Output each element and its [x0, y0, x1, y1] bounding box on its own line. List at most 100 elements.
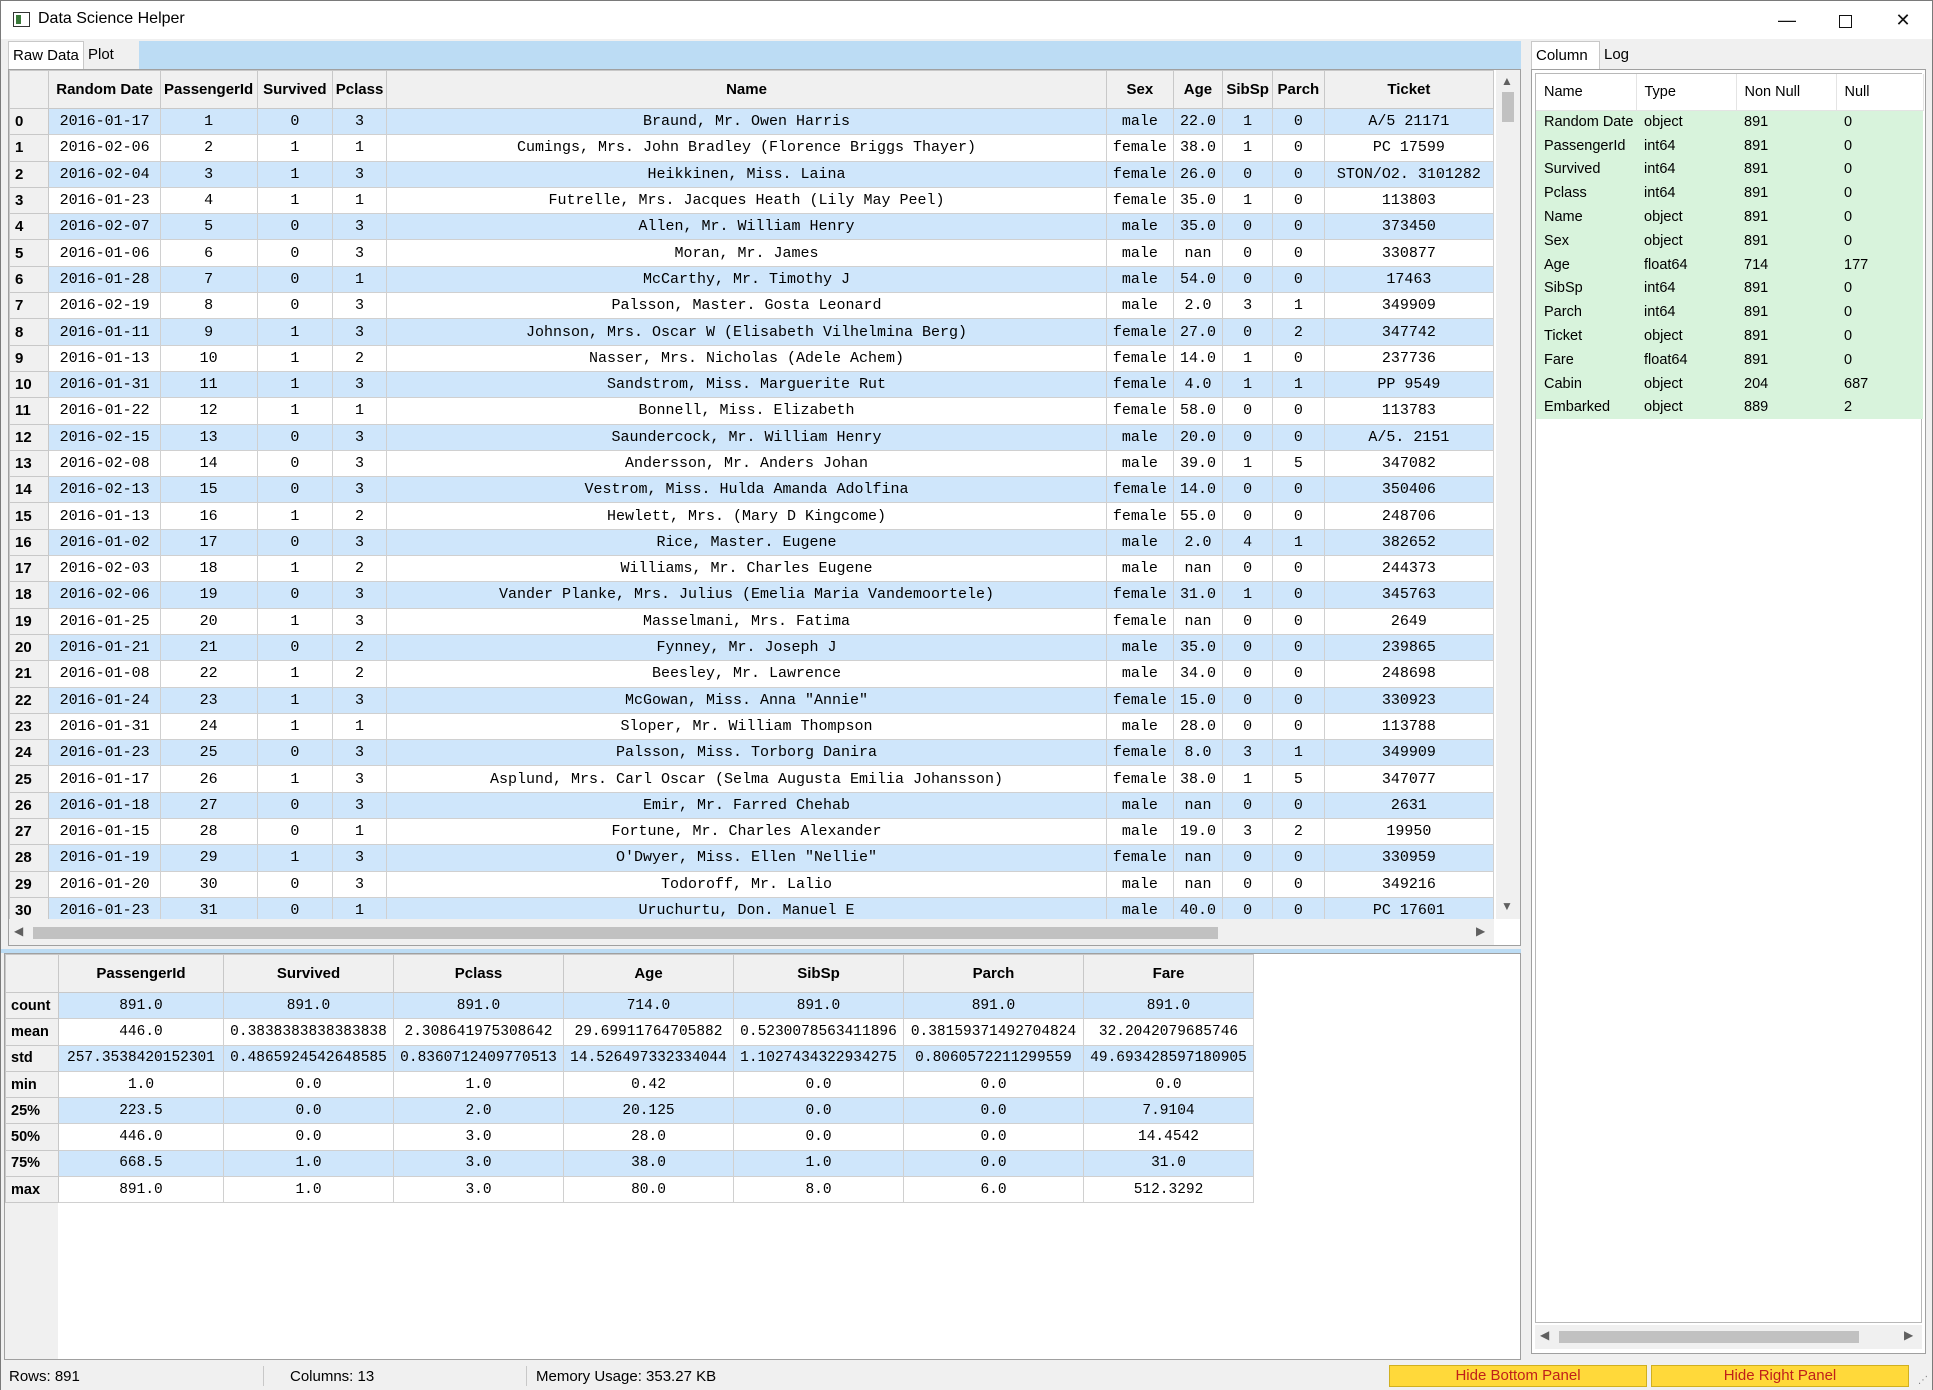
table-row[interactable]: 23 2016-01-31 24 1 1 Sloper, Mr. William Thom… — [9, 712, 1494, 741]
table-cell[interactable]: 0 — [256, 449, 334, 478]
table-cell[interactable]: 113788 — [1323, 712, 1494, 741]
table-cell[interactable]: 1 — [332, 134, 387, 162]
table-cell[interactable]: 0 — [256, 213, 334, 241]
table-cell[interactable]: 17 — [159, 528, 258, 557]
table-row[interactable]: 2 2016-02-04 3 1 3 Heikkinen, Miss. Laina fema… — [9, 160, 1494, 188]
table-cell[interactable]: Futrelle, Mrs. Jacques Heath (Lily May P… — [385, 186, 1108, 215]
table-cell[interactable]: 330959 — [1323, 844, 1494, 872]
statistics-cell[interactable]: 7.9104 — [1083, 1097, 1254, 1125]
table-cell[interactable]: 0 — [1272, 239, 1325, 267]
table-cell[interactable]: 0 — [1222, 844, 1274, 872]
row-header[interactable]: 3 — [9, 186, 50, 215]
table-cell[interactable]: 2016-01-13 — [48, 502, 161, 530]
table-cell[interactable]: 2016-01-24 — [48, 686, 161, 714]
table-cell[interactable]: 7 — [159, 265, 258, 294]
table-cell[interactable]: 0 — [1272, 397, 1325, 425]
raw-table-vertical-scrollbar[interactable]: ▲ ▼ — [1496, 70, 1520, 919]
statistics-column-header[interactable]: PassengerId — [58, 954, 224, 993]
row-header[interactable]: 26 — [9, 791, 50, 820]
row-header[interactable]: 15 — [9, 502, 50, 530]
table-cell[interactable]: 2016-01-17 — [48, 107, 161, 136]
row-header[interactable]: 19 — [9, 607, 50, 635]
statistics-cell[interactable]: 1.0 — [733, 1149, 904, 1178]
table-row[interactable]: 17 2016-02-03 18 1 2 Williams, Mr. Charles Eu… — [9, 555, 1494, 583]
table-cell[interactable]: 0 — [1272, 844, 1325, 872]
table-cell[interactable]: Allen, Mr. William Henry — [385, 213, 1108, 241]
table-cell[interactable]: male — [1106, 449, 1174, 478]
table-cell[interactable]: 349909 — [1323, 739, 1494, 767]
table-cell[interactable]: male — [1106, 818, 1174, 846]
table-cell[interactable]: 31 — [159, 896, 258, 919]
column-header[interactable]: Name — [385, 70, 1108, 109]
table-cell[interactable]: 58.0 — [1172, 397, 1224, 425]
table-cell[interactable]: nan — [1172, 844, 1224, 872]
table-cell[interactable]: 30 — [159, 870, 258, 898]
statistic-label[interactable]: mean — [5, 1018, 59, 1046]
table-row[interactable]: 7 2016-02-19 8 0 3 Palsson, Master. Gosta Leo… — [9, 292, 1494, 320]
statistics-cell[interactable]: 891.0 — [58, 991, 224, 1020]
column-info-horizontal-scrollbar[interactable]: ◀ ▶ — [1535, 1325, 1922, 1349]
table-cell[interactable]: 2016-01-17 — [48, 765, 161, 793]
table-cell[interactable]: 0 — [1272, 476, 1325, 504]
column-info-row[interactable]: Age float64 714 177 — [1536, 252, 1923, 277]
table-row[interactable]: 26 2016-01-18 27 0 3 Emir, Mr. Farred Chehab m… — [9, 791, 1494, 820]
table-cell[interactable]: 347082 — [1323, 449, 1494, 478]
table-cell[interactable]: nan — [1172, 555, 1224, 583]
statistics-cell[interactable]: 1.0 — [393, 1070, 564, 1099]
row-header[interactable]: 8 — [9, 318, 50, 346]
scroll-down-arrow-icon[interactable]: ▼ — [1501, 899, 1513, 913]
row-header[interactable]: 11 — [9, 397, 50, 425]
column-header[interactable]: Ticket — [1323, 70, 1494, 109]
statistics-cell[interactable]: 1.0 — [223, 1176, 394, 1204]
statistics-cell[interactable]: 6.0 — [903, 1176, 1084, 1204]
table-cell[interactable]: 0 — [1272, 581, 1325, 609]
statistics-cell[interactable]: 891.0 — [58, 1176, 224, 1204]
table-cell[interactable]: Fynney, Mr. Joseph J — [385, 633, 1108, 662]
table-row[interactable]: 0 2016-01-17 1 0 3 Braund, Mr. Owen Harris mal… — [9, 107, 1494, 136]
table-row[interactable]: 8 2016-01-11 9 1 3 Johnson, Mrs. Oscar W (Eli… — [9, 318, 1494, 346]
table-cell[interactable]: female — [1106, 844, 1174, 872]
table-cell[interactable]: 2016-02-06 — [48, 581, 161, 609]
table-cell[interactable]: 2016-01-21 — [48, 633, 161, 662]
table-cell[interactable]: 35.0 — [1172, 633, 1224, 662]
table-cell[interactable]: 248706 — [1323, 502, 1494, 530]
maximize-button[interactable] — [1816, 1, 1874, 39]
table-cell[interactable]: 3 — [332, 449, 387, 478]
table-cell[interactable]: 0 — [1222, 686, 1274, 714]
table-cell[interactable]: 1 — [1222, 344, 1274, 372]
statistic-label[interactable]: count — [5, 991, 59, 1020]
tab-column[interactable]: Column — [1531, 41, 1600, 69]
statistics-cell[interactable]: 31.0 — [1083, 1149, 1254, 1178]
table-cell[interactable]: 0 — [1272, 791, 1325, 820]
table-cell[interactable]: 0 — [1222, 213, 1274, 241]
table-cell[interactable]: 2016-01-25 — [48, 607, 161, 635]
table-cell[interactable]: 0 — [1272, 607, 1325, 635]
statistics-cell[interactable]: 0.0 — [223, 1097, 394, 1125]
table-cell[interactable]: 1 — [332, 818, 387, 846]
table-cell[interactable]: 2016-01-23 — [48, 739, 161, 767]
table-cell[interactable]: A/5 21171 — [1323, 107, 1494, 136]
table-cell[interactable]: 28 — [159, 818, 258, 846]
table-cell[interactable]: 39.0 — [1172, 449, 1224, 478]
row-header[interactable]: 13 — [9, 449, 50, 478]
table-cell[interactable]: female — [1106, 160, 1174, 188]
statistics-cell[interactable]: 891.0 — [223, 991, 394, 1020]
table-cell[interactable]: 2016-01-31 — [48, 370, 161, 399]
table-cell[interactable]: 2016-01-23 — [48, 186, 161, 215]
statistics-cell[interactable]: 0.0 — [733, 1097, 904, 1125]
table-cell[interactable]: 5 — [1272, 765, 1325, 793]
statistics-cell[interactable]: 1.0 — [58, 1070, 224, 1099]
table-cell[interactable]: 8.0 — [1172, 739, 1224, 767]
statistics-row[interactable]: mean 446.0 0.3838383838383838 2.30864197530… — [5, 1018, 1254, 1046]
table-cell[interactable]: male — [1106, 528, 1174, 557]
table-cell[interactable]: 17463 — [1323, 265, 1494, 294]
table-cell[interactable]: McGowan, Miss. Anna "Annie" — [385, 686, 1108, 714]
table-cell[interactable]: 349216 — [1323, 870, 1494, 898]
table-cell[interactable]: 2016-02-08 — [48, 449, 161, 478]
statistics-cell[interactable]: 0.0 — [1083, 1070, 1254, 1099]
row-header[interactable]: 25 — [9, 765, 50, 793]
table-cell[interactable]: 28.0 — [1172, 712, 1224, 741]
table-cell[interactable]: 0 — [256, 791, 334, 820]
table-cell[interactable]: 0 — [1272, 107, 1325, 136]
table-cell[interactable]: 2.0 — [1172, 292, 1224, 320]
